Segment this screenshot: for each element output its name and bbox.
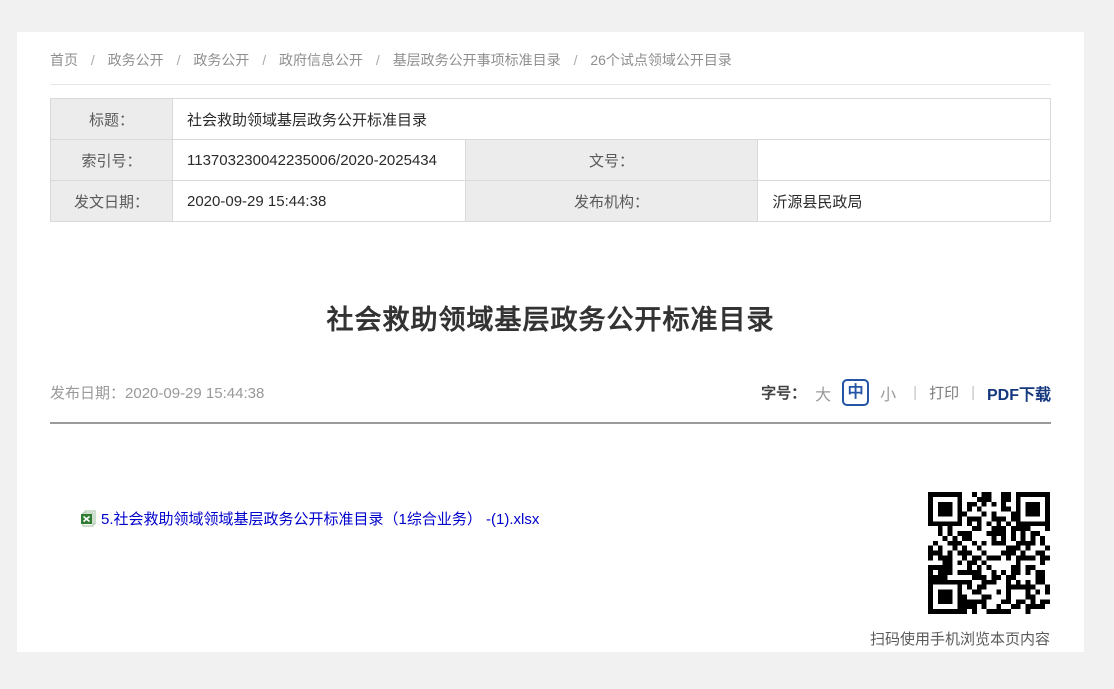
content-card: 首页 / 政务公开 / 政务公开 / 政府信息公开 / 基层政务公开事项标准目录… <box>17 32 1084 652</box>
meta-value-title: 社会救助领域基层政务公开标准目录 <box>173 99 1051 140</box>
font-size-label: 字号： <box>761 382 806 403</box>
meta-label-index-number: 索引号： <box>51 140 173 181</box>
breadcrumb-separator: / <box>177 52 181 68</box>
breadcrumb: 首页 / 政务公开 / 政务公开 / 政府信息公开 / 基层政务公开事项标准目录… <box>50 32 1051 84</box>
breadcrumb-separator: / <box>91 52 95 68</box>
qr-block: 扫码使用手机浏览本页内容 <box>846 492 1050 649</box>
publish-date-value: 2020-09-29 15:44:38 <box>125 385 264 402</box>
attachment-link[interactable]: 5.社会救助领域领域基层政务公开标准目录（1综合业务） -(1).xlsx <box>101 508 539 529</box>
breadcrumb-zhengwu-1[interactable]: 政务公开 <box>108 52 164 68</box>
meta-label-doc-number: 文号： <box>465 140 758 181</box>
pdf-download-button[interactable]: PDF下载 <box>987 381 1051 405</box>
meta-label-title: 标题： <box>51 99 173 140</box>
divider: | <box>971 384 975 401</box>
breadcrumb-gov-info[interactable]: 政府信息公开 <box>279 52 363 68</box>
breadcrumb-separator: / <box>574 52 578 68</box>
qr-code <box>928 492 1050 614</box>
font-size-large-button[interactable]: 大 <box>815 381 831 405</box>
breadcrumb-separator: / <box>376 52 380 68</box>
table-row: 发文日期： 2020-09-29 15:44:38 发布机构： 沂源县民政局 <box>51 181 1051 222</box>
breadcrumb-standard-catalog[interactable]: 基层政务公开事项标准目录 <box>393 52 561 68</box>
publish-date: 发布日期：2020-09-29 15:44:38 <box>50 382 264 403</box>
breadcrumb-home[interactable]: 首页 <box>50 52 78 68</box>
font-size-small-button[interactable]: 小 <box>880 381 896 405</box>
breadcrumb-divider <box>50 84 1051 85</box>
meta-value-doc-number <box>758 140 1051 181</box>
title-divider <box>50 422 1051 424</box>
publish-date-label: 发布日期： <box>50 385 125 402</box>
breadcrumb-separator: / <box>262 52 266 68</box>
breadcrumb-current: 26个试点领域公开目录 <box>590 52 732 68</box>
table-row: 索引号： 113703230042235006/2020-2025434 文号： <box>51 140 1051 181</box>
meta-label-issue-date: 发文日期： <box>51 181 173 222</box>
breadcrumb-zhengwu-2[interactable]: 政务公开 <box>193 52 249 68</box>
page-title: 社会救助领域基层政务公开标准目录 <box>50 298 1051 337</box>
excel-file-icon <box>80 510 97 527</box>
qr-caption: 扫码使用手机浏览本页内容 <box>846 628 1050 649</box>
article-tools: 字号： 大 中 小 | 打印 | PDF下载 <box>761 379 1051 406</box>
meta-value-issuing-agency: 沂源县民政局 <box>758 181 1051 222</box>
table-row: 标题： 社会救助领域基层政务公开标准目录 <box>51 99 1051 140</box>
meta-label-issuing-agency: 发布机构： <box>465 181 758 222</box>
document-meta-table: 标题： 社会救助领域基层政务公开标准目录 索引号： 11370323004223… <box>50 98 1051 222</box>
article-info-bar: 发布日期：2020-09-29 15:44:38 字号： 大 中 小 | 打印 … <box>50 379 1051 406</box>
divider: | <box>913 384 917 401</box>
font-size-medium-button[interactable]: 中 <box>842 379 869 406</box>
print-button[interactable]: 打印 <box>929 382 959 403</box>
meta-value-issue-date: 2020-09-29 15:44:38 <box>173 181 466 222</box>
meta-value-index-number: 113703230042235006/2020-2025434 <box>173 140 466 181</box>
